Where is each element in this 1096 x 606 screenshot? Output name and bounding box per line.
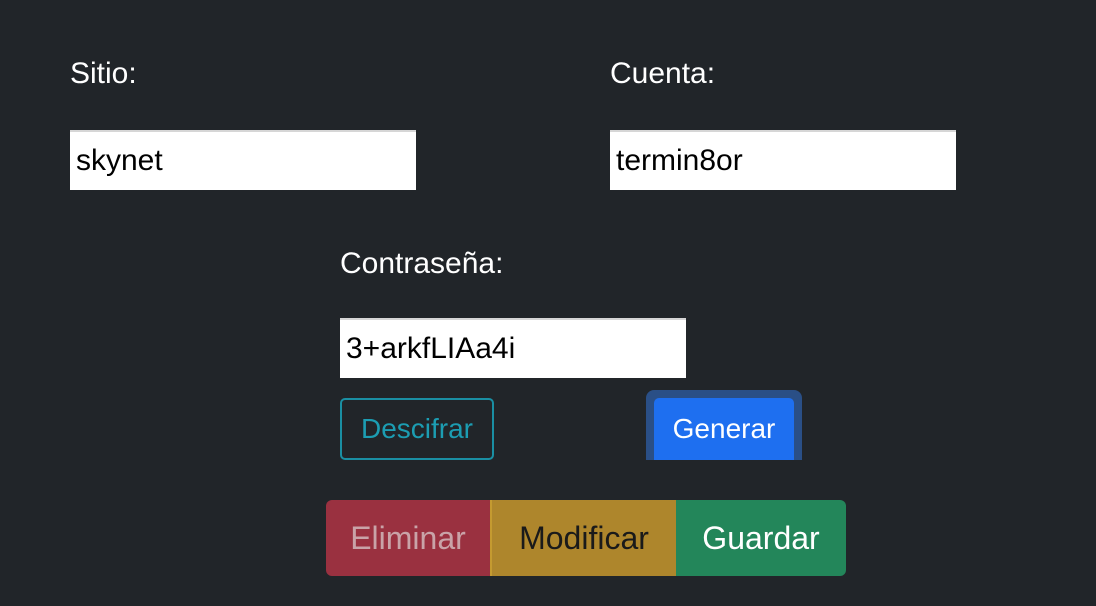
account-input[interactable] xyxy=(610,130,956,190)
password-label: Contraseña: xyxy=(340,247,504,280)
delete-button[interactable]: Eliminar xyxy=(326,500,490,576)
site-input[interactable] xyxy=(70,130,416,190)
generate-button[interactable]: Generar xyxy=(654,398,794,460)
password-input[interactable] xyxy=(340,318,686,378)
account-label: Cuenta: xyxy=(610,57,716,90)
save-button[interactable]: Guardar xyxy=(676,500,846,576)
crud-button-group: Eliminar Modificar Guardar xyxy=(326,500,846,576)
password-manager-page: Sitio: Cuenta: Contraseña: Descifrar Gen… xyxy=(0,0,1096,606)
modify-button[interactable]: Modificar xyxy=(490,500,676,576)
decrypt-button[interactable]: Descifrar xyxy=(340,398,494,460)
site-label: Sitio: xyxy=(70,57,137,90)
